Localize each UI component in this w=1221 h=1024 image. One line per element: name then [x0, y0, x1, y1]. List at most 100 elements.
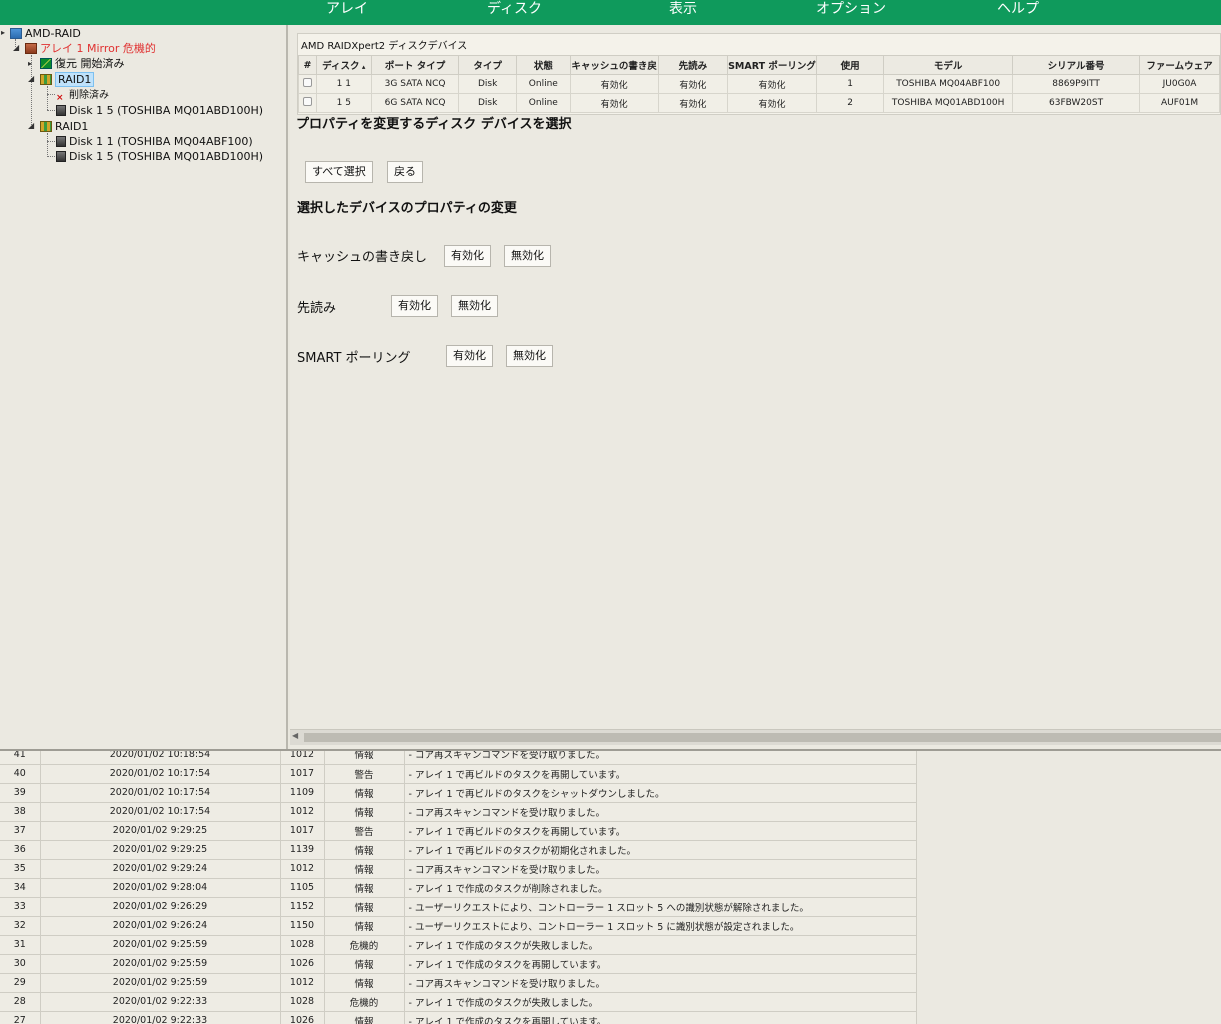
tree-connector [47, 133, 48, 157]
menu-view[interactable]: 表示 [669, 0, 697, 20]
tree-node-raid1-b[interactable]: RAID1 [40, 119, 88, 134]
table-cell: TOSHIBA MQ01ABD100H [883, 93, 1014, 113]
menu-array[interactable]: アレイ [326, 0, 368, 20]
smart-enable-button[interactable]: 有効化 [446, 345, 493, 367]
column-header[interactable]: キャッシュの書き戻 [569, 55, 659, 75]
raid-icon [40, 74, 52, 85]
tree-node-label: Disk 1 5 (TOSHIBA MQ01ABD100H) [69, 150, 264, 163]
back-button[interactable]: 戻る [387, 161, 423, 183]
log-severity: 危機的 [324, 992, 405, 1012]
log-row[interactable]: 32 2020/01/02 9:26:24 1150 情報 - ユーザーリクエストにより… [0, 916, 917, 936]
log-message: - アレイ 1 で再ビルドのタスクを再開しています。 [404, 764, 917, 784]
column-header[interactable]: シリアル番号 [1012, 55, 1141, 75]
scrollbar-thumb[interactable] [304, 733, 1221, 742]
expand-toggle-icon[interactable]: ◢ [28, 121, 34, 130]
expand-toggle-icon[interactable]: ▸ [1, 28, 5, 37]
log-row[interactable]: 27 2020/01/02 9:22:33 1026 情報 - アレイ 1 で作成のタス… [0, 1011, 917, 1024]
log-message: - コア再スキャンコマンドを受け取りました。 [404, 802, 917, 822]
tree-node-disk[interactable]: Disk 1 5 (TOSHIBA MQ01ABD100H) [56, 103, 263, 118]
log-id: 35 [0, 859, 41, 879]
table-cell: 63FBW20ST [1012, 93, 1141, 113]
log-row[interactable]: 37 2020/01/02 9:29:25 1017 警告 - アレイ 1 で再ビルドの… [0, 821, 917, 841]
log-message: - アレイ 1 で再ビルドのタスクをシャットダウンしました。 [404, 783, 917, 803]
log-message: - アレイ 1 で作成のタスクを再開しています。 [404, 1011, 917, 1024]
column-header[interactable]: ファームウェア [1139, 55, 1220, 75]
log-id: 27 [0, 1011, 41, 1024]
column-header[interactable]: 使用 [815, 55, 885, 75]
log-severity: 情報 [324, 897, 405, 917]
log-row[interactable]: 30 2020/01/02 9:25:59 1026 情報 - アレイ 1 で作成のタス… [0, 954, 917, 974]
log-code: 1028 [280, 992, 325, 1012]
table-cell: 1 5 [315, 93, 372, 113]
expand-toggle-icon[interactable]: ◢ [28, 74, 34, 83]
log-code: 1012 [280, 751, 325, 765]
log-id: 37 [0, 821, 41, 841]
tree-node-disk[interactable]: Disk 1 1 (TOSHIBA MQ04ABF100) [56, 134, 253, 149]
menu-disk[interactable]: ディスク [487, 0, 542, 20]
log-severity: 情報 [324, 973, 405, 993]
table-row[interactable]: 1 5 6G SATA NCQ Disk Online 有効化 有効化 有効化 … [298, 93, 1220, 113]
log-severity: 情報 [324, 878, 405, 898]
expand-toggle-icon[interactable]: ◢ [13, 43, 19, 52]
column-header[interactable]: 状態 [515, 55, 571, 75]
cache-disable-button[interactable]: 無効化 [504, 245, 551, 267]
log-timestamp: 2020/01/02 9:25:59 [40, 954, 281, 974]
column-header[interactable]: # [298, 55, 317, 75]
checkbox[interactable] [302, 78, 312, 87]
log-row[interactable]: 34 2020/01/02 9:28:04 1105 情報 - アレイ 1 で作成のタス… [0, 878, 917, 898]
log-row[interactable]: 38 2020/01/02 10:17:54 1012 情報 - コア再スキャンコマンド… [0, 802, 917, 822]
column-header[interactable]: タイプ [458, 55, 517, 75]
log-severity: 警告 [324, 764, 405, 784]
log-code: 1139 [280, 840, 325, 860]
table-header-row: # ディスク ▴ ポート タイプ タイプ 状態 キャッシュの書き戻 先読み SM… [298, 55, 1220, 75]
menu-bar: アレイ ディスク 表示 オプション ヘルプ [0, 0, 1221, 25]
select-all-button[interactable]: すべて選択 [305, 161, 373, 183]
table-cell: Disk [458, 93, 517, 113]
log-row[interactable]: 40 2020/01/02 10:17:54 1017 警告 - アレイ 1 で再ビルド… [0, 764, 917, 784]
log-row[interactable]: 41 2020/01/02 10:18:54 1012 情報 - コア再スキャンコマンド… [0, 751, 917, 765]
checkbox[interactable] [302, 97, 312, 106]
log-id: 30 [0, 954, 41, 974]
tree-node-array[interactable]: アレイ 1 Mirror 危機的 [25, 41, 156, 56]
column-header[interactable]: ポート タイプ [370, 55, 460, 75]
column-header[interactable]: ディスク ▴ [315, 55, 372, 75]
menu-options[interactable]: オプション [816, 0, 886, 20]
expand-toggle-icon[interactable]: ▸ [28, 59, 32, 68]
column-header[interactable]: SMART ポーリング [727, 55, 817, 75]
log-severity: 情報 [324, 751, 405, 765]
tree-node-root[interactable]: AMD-RAID [10, 26, 81, 41]
log-row[interactable]: 35 2020/01/02 9:29:24 1012 情報 - コア再スキャンコマンドを… [0, 859, 917, 879]
row-checkbox[interactable] [298, 74, 317, 94]
tree-connector [47, 94, 55, 95]
table-cell: 3G SATA NCQ [370, 74, 460, 94]
log-row[interactable]: 28 2020/01/02 9:22:33 1028 危機的 - アレイ 1 で作成のタ… [0, 992, 917, 1012]
table-row[interactable]: 1 1 3G SATA NCQ Disk Online 有効化 有効化 有効化 … [298, 74, 1220, 94]
log-timestamp: 2020/01/02 9:29:25 [40, 840, 281, 860]
log-row[interactable]: 33 2020/01/02 9:26:29 1152 情報 - ユーザーリクエストにより… [0, 897, 917, 917]
log-row[interactable]: 31 2020/01/02 9:25:59 1028 危機的 - アレイ 1 で作成のタ… [0, 935, 917, 955]
log-id: 36 [0, 840, 41, 860]
log-row[interactable]: 36 2020/01/02 9:29:25 1139 情報 - アレイ 1 で再ビルドの… [0, 840, 917, 860]
tree-node-deleted[interactable]: × 削除済み [56, 87, 109, 103]
cache-enable-button[interactable]: 有効化 [444, 245, 491, 267]
tree-node-disk[interactable]: Disk 1 5 (TOSHIBA MQ01ABD100H) [56, 149, 263, 164]
smart-polling-label: SMART ポーリング [297, 351, 411, 366]
row-checkbox[interactable] [298, 93, 317, 113]
scroll-left-icon[interactable]: ◀ [292, 731, 298, 740]
column-header[interactable]: 先読み [657, 55, 729, 75]
menu-help[interactable]: ヘルプ [997, 0, 1039, 20]
horizontal-scrollbar[interactable]: ◀ [290, 729, 1221, 745]
tree-node-rebuild[interactable]: 復元 開始済み [40, 56, 125, 71]
log-id: 40 [0, 764, 41, 784]
column-header[interactable]: モデル [883, 55, 1014, 75]
tree-node-raid1-a[interactable]: RAID1 [40, 72, 95, 87]
log-row[interactable]: 29 2020/01/02 9:25:59 1012 情報 - コア再スキャンコマンドを… [0, 973, 917, 993]
readahead-disable-button[interactable]: 無効化 [451, 295, 498, 317]
log-timestamp: 2020/01/02 10:17:54 [40, 802, 281, 822]
smart-disable-button[interactable]: 無効化 [506, 345, 553, 367]
log-row[interactable]: 39 2020/01/02 10:17:54 1109 情報 - アレイ 1 で再ビルド… [0, 783, 917, 803]
log-message: - アレイ 1 で作成のタスクが失敗しました。 [404, 935, 917, 955]
readahead-enable-button[interactable]: 有効化 [391, 295, 438, 317]
log-id: 41 [0, 751, 41, 765]
change-properties-title: 選択したデバイスのプロパティの変更 [297, 201, 517, 216]
